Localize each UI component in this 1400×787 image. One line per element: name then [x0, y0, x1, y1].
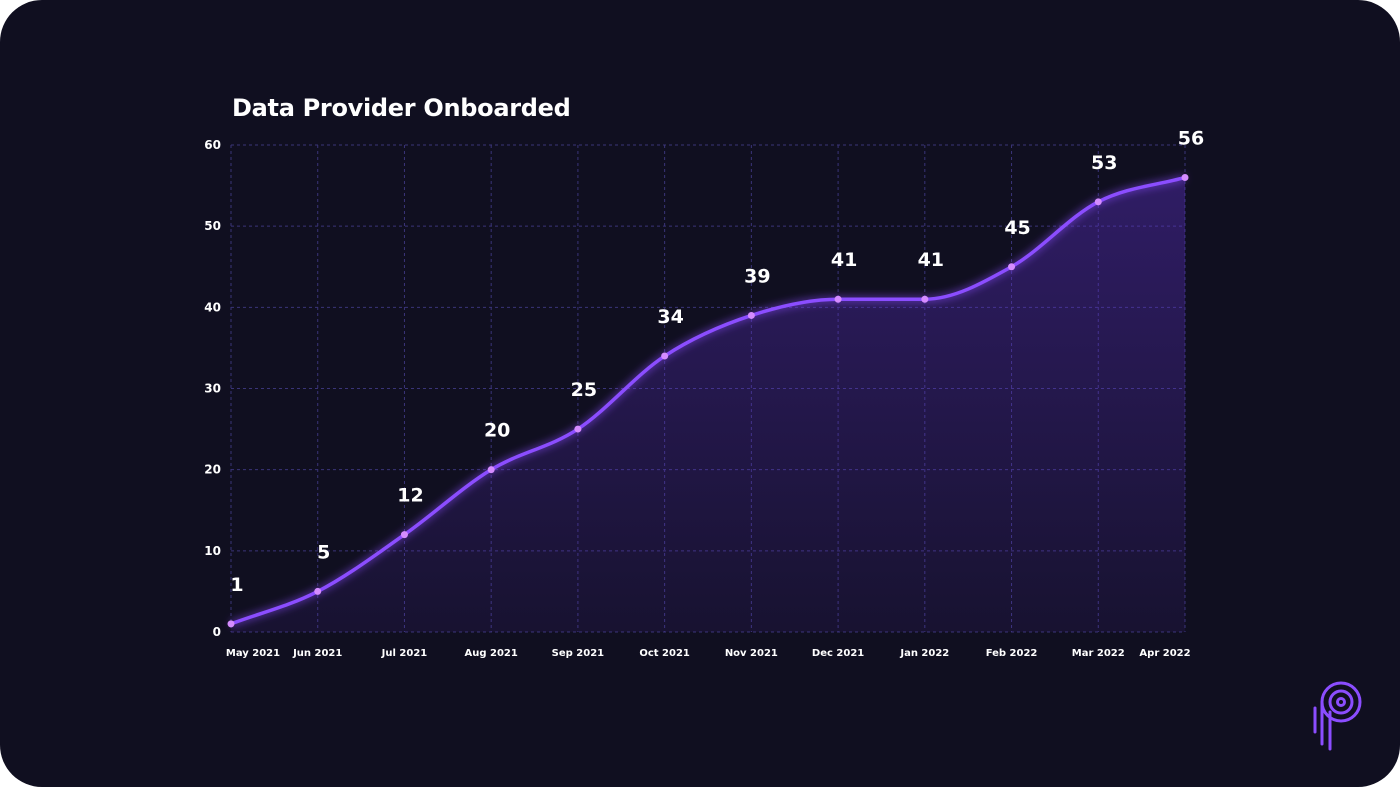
- x-tick-label: Feb 2022: [986, 648, 1038, 659]
- data-label: 45: [1004, 217, 1030, 239]
- brand-logo-icon: [1313, 681, 1362, 751]
- data-label: 25: [571, 379, 597, 401]
- area-chart: 1 5 12 20 25 34 39 41 41 45 53 56 0 10 20 30 40 50 60 May…: [204, 127, 1204, 659]
- x-tick-label: Sep 2021: [552, 648, 604, 659]
- y-tick-label: 0: [213, 625, 221, 639]
- data-point: [1008, 263, 1016, 271]
- data-label: 53: [1091, 152, 1117, 174]
- data-point: [227, 620, 235, 628]
- data-point: [747, 311, 755, 319]
- data-point: [314, 587, 322, 595]
- data-label: 20: [484, 420, 510, 442]
- x-tick-label: Oct 2021: [639, 648, 690, 659]
- x-tick-label: Aug 2021: [465, 648, 518, 659]
- data-point: [834, 295, 842, 303]
- x-tick-label: May 2021: [226, 648, 280, 659]
- x-tick-label: Dec 2021: [812, 648, 864, 659]
- data-label: 12: [397, 485, 423, 507]
- data-label: 56: [1178, 127, 1204, 149]
- x-tick-label: Jul 2021: [381, 648, 428, 659]
- data-label: 1: [230, 574, 243, 596]
- x-tick-label: Mar 2022: [1072, 648, 1125, 659]
- data-label: 34: [657, 306, 683, 328]
- y-tick-label: 50: [204, 219, 221, 233]
- data-label: 5: [317, 541, 330, 563]
- data-point: [400, 531, 408, 539]
- x-tick-label: Jun 2021: [292, 648, 342, 659]
- data-point: [661, 352, 669, 360]
- data-label: 39: [744, 265, 770, 287]
- data-point: [1094, 198, 1102, 206]
- data-point: [574, 425, 582, 433]
- y-axis-ticks: 0 10 20 30 40 50 60: [204, 138, 221, 639]
- x-axis-ticks: May 2021 Jun 2021 Jul 2021 Aug 2021 Sep 2021…: [226, 648, 1191, 659]
- y-tick-label: 20: [204, 463, 221, 477]
- x-tick-label: Apr 2022: [1139, 648, 1190, 659]
- y-tick-label: 40: [204, 300, 221, 314]
- y-tick-label: 60: [204, 138, 221, 152]
- data-point: [487, 466, 495, 474]
- data-label: 41: [918, 249, 944, 271]
- chart-card: Data Provider Onboarded 1 5 12 20 25 34 39 41 41…: [0, 0, 1400, 787]
- y-tick-label: 10: [204, 544, 221, 558]
- x-tick-label: Jan 2022: [899, 648, 949, 659]
- x-tick-label: Nov 2021: [725, 648, 778, 659]
- data-label: 41: [831, 249, 857, 271]
- data-point: [921, 295, 929, 303]
- y-tick-label: 30: [204, 382, 221, 396]
- data-point: [1181, 173, 1189, 181]
